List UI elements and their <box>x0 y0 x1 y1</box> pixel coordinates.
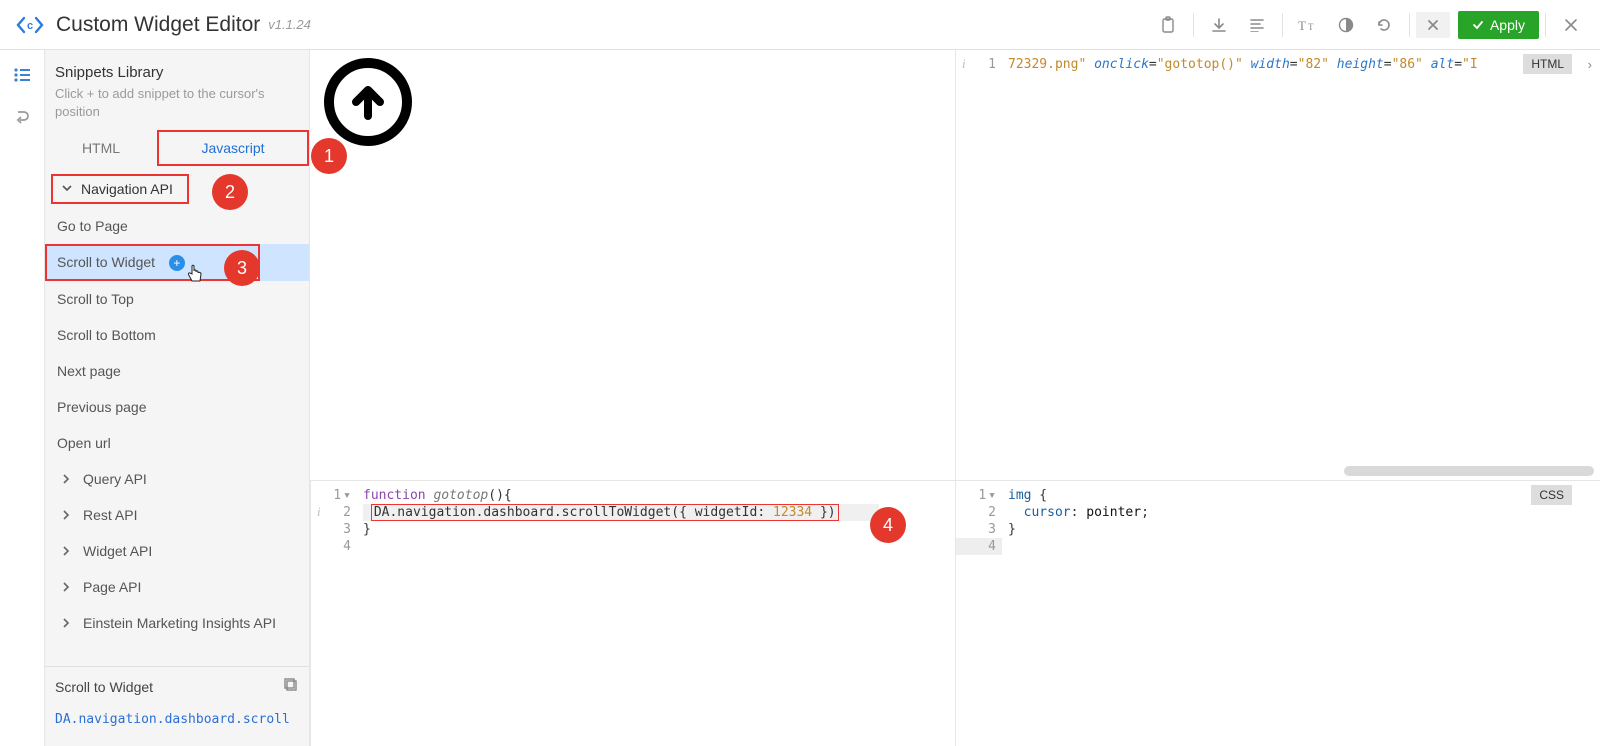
preview-pane <box>310 50 955 480</box>
js-editor-pane[interactable]: 1▾ i 2 3 4 function gototop(){ DA.naviga… <box>310 480 955 746</box>
snippet-next-page[interactable]: Next page <box>45 353 309 389</box>
snippet-open-url[interactable]: Open url <box>45 425 309 461</box>
chevron-down-icon <box>61 181 73 197</box>
snippet-previous-page[interactable]: Previous page <box>45 389 309 425</box>
chevron-right-icon <box>61 579 71 595</box>
cancel-button[interactable] <box>1416 12 1450 38</box>
svg-text:T: T <box>1308 22 1314 32</box>
chevron-right-icon <box>61 471 71 487</box>
text-size-icon[interactable]: TT <box>1289 8 1327 42</box>
callout-4: 4 <box>870 507 906 543</box>
sidebar-footer: Scroll to Widget DA.navigation.dashboard… <box>45 666 309 746</box>
close-window-icon[interactable] <box>1552 8 1590 42</box>
sidebar-hint: Click + to add snippet to the cursor's p… <box>45 85 309 130</box>
contrast-icon[interactable] <box>1327 8 1365 42</box>
copy-icon[interactable] <box>283 677 299 696</box>
editor-area: i 1 72329.png" onclick="gototop()" width… <box>310 50 1600 746</box>
sidebar-title: Snippets Library <box>45 64 309 85</box>
app-title: Custom Widget Editor <box>56 13 260 37</box>
callout-1: 1 <box>311 138 347 174</box>
sidebar-tabs: HTML Javascript <box>45 130 309 166</box>
js-code[interactable]: function gototop(){ DA.navigation.dashbo… <box>357 481 955 746</box>
html-code[interactable]: 72329.png" onclick="gototop()" width="82… <box>1002 50 1600 480</box>
format-icon[interactable] <box>1238 8 1276 42</box>
app-version: v1.1.24 <box>268 17 311 32</box>
footer-snippet-code: DA.navigation.dashboard.scroll <box>55 712 299 727</box>
group-rest-api[interactable]: Rest API <box>45 497 309 533</box>
css-gutter: 1▾ 2 3 4 <box>956 481 1002 746</box>
footer-snippet-title: Scroll to Widget <box>55 679 153 695</box>
tab-javascript[interactable]: Javascript <box>157 130 309 166</box>
add-snippet-icon[interactable]: + <box>169 255 185 271</box>
snippets-rail-icon[interactable] <box>13 68 31 85</box>
cursor-click-icon <box>186 264 204 289</box>
snippet-list: Go to Page Scroll to Widget + Scroll to … <box>45 208 309 461</box>
callout-2: 2 <box>212 174 248 210</box>
group-einstein-api[interactable]: Einstein Marketing Insights API <box>45 605 309 641</box>
snippet-scroll-to-bottom[interactable]: Scroll to Bottom <box>45 317 309 353</box>
svg-text:c: c <box>27 20 33 32</box>
collapse-right-icon[interactable]: › <box>1586 54 1594 75</box>
html-badge: HTML <box>1523 54 1572 74</box>
snippets-sidebar: Snippets Library Click + to add snippet … <box>45 50 310 746</box>
group-page-api[interactable]: Page API <box>45 569 309 605</box>
svg-text:T: T <box>1298 18 1306 32</box>
apply-button-label: Apply <box>1490 17 1525 33</box>
snippet-scroll-to-widget[interactable]: Scroll to Widget + <box>45 244 309 281</box>
app-logo: c <box>10 15 50 33</box>
chevron-right-icon <box>61 543 71 559</box>
group-query-api[interactable]: Query API <box>45 461 309 497</box>
download-icon[interactable] <box>1200 8 1238 42</box>
chevron-right-icon <box>61 615 71 631</box>
css-editor-pane[interactable]: 1▾ 2 3 4 img { cursor: pointer; } CSS <box>955 480 1600 746</box>
apply-button[interactable]: Apply <box>1458 11 1539 39</box>
snippet-label: Scroll to Widget <box>57 254 155 270</box>
arrow-up-icon[interactable] <box>324 58 412 146</box>
tab-html[interactable]: HTML <box>45 130 157 166</box>
snippet-go-to-page[interactable]: Go to Page <box>45 208 309 244</box>
css-code[interactable]: img { cursor: pointer; } <box>1002 481 1600 746</box>
css-badge: CSS <box>1531 485 1572 505</box>
html-editor-pane[interactable]: i 1 72329.png" onclick="gototop()" width… <box>955 50 1600 480</box>
app-header: c Custom Widget Editor v1.1.24 TT Apply <box>0 0 1600 50</box>
clipboard-icon[interactable] <box>1149 8 1187 42</box>
group-widget-api[interactable]: Widget API <box>45 533 309 569</box>
group-label: Navigation API <box>81 181 173 197</box>
header-toolbar: TT Apply <box>1149 8 1590 42</box>
redo-rail-icon[interactable] <box>14 109 30 130</box>
callout-3: 3 <box>224 250 260 286</box>
horizontal-scrollbar[interactable] <box>1344 466 1594 476</box>
html-gutter: i 1 <box>956 50 1002 480</box>
js-gutter: 1▾ i 2 3 4 <box>311 481 357 746</box>
snippet-scroll-to-top[interactable]: Scroll to Top <box>45 281 309 317</box>
chevron-right-icon <box>61 507 71 523</box>
left-rail <box>0 50 45 746</box>
refresh-icon[interactable] <box>1365 8 1403 42</box>
group-navigation-api[interactable]: Navigation API <box>45 170 309 208</box>
